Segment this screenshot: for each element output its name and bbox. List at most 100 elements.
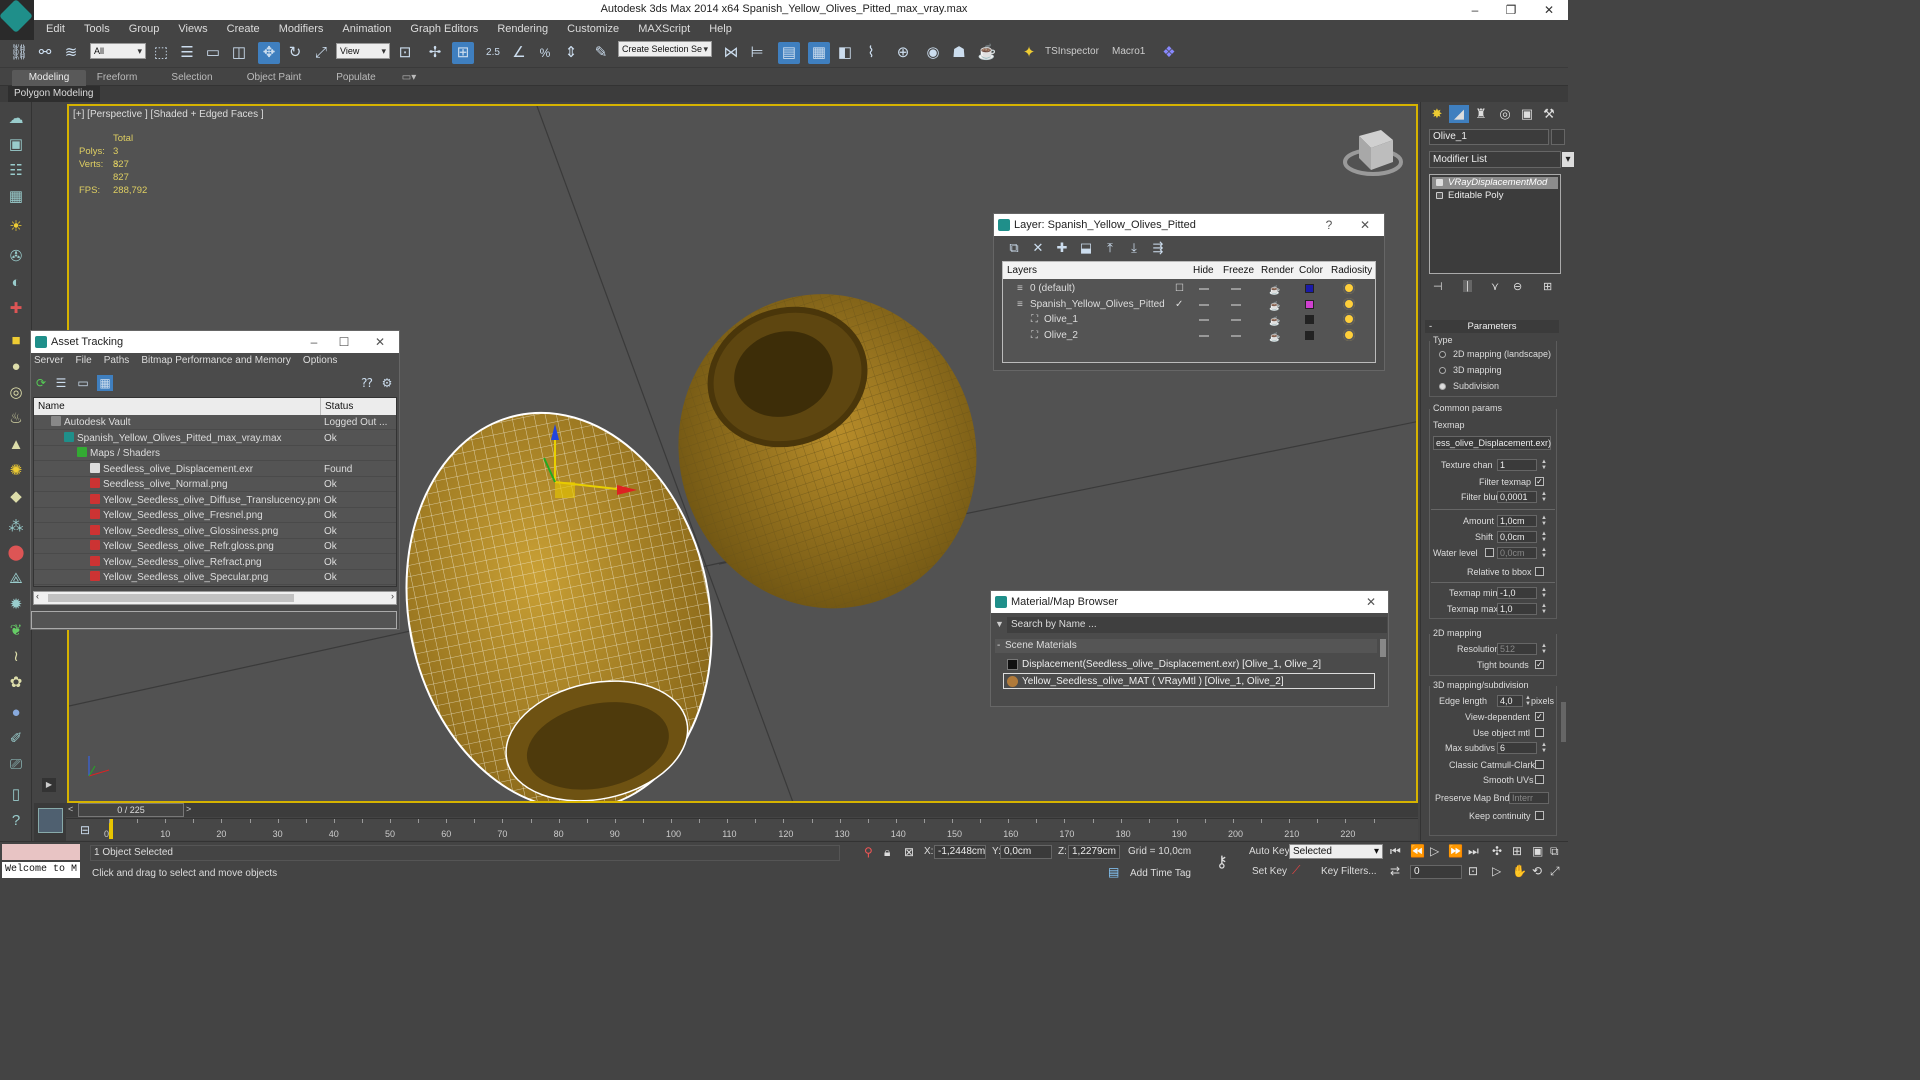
pan-icon[interactable]: ✋ [1512, 864, 1527, 878]
mini-viewport-toggle[interactable] [34, 803, 66, 841]
amount-spinner[interactable]: ▲ ▼ [1541, 515, 1547, 527]
max-subdivs-field[interactable]: 6 [1497, 742, 1537, 754]
absolute-mode-icon[interactable]: ⊠ [904, 845, 914, 859]
layer-row[interactable]: ≡ Spanish_Yellow_Olives_Pitted ✓ ☕ [1003, 297, 1375, 312]
asset-menu-paths[interactable]: Paths [101, 353, 130, 369]
teapot-icon[interactable]: ☁ [4, 108, 28, 130]
edit-named-selection-icon[interactable]: ✎ [590, 42, 612, 64]
preserve-map-dropdown[interactable]: Interr [1509, 792, 1549, 804]
show-end-result-icon[interactable]: | [1463, 280, 1472, 292]
catmull-clark-checkbox[interactable] [1535, 760, 1544, 769]
scroll-right-icon[interactable]: › [391, 591, 394, 601]
asset-row[interactable]: Seedless_olive_Displacement.exr Found [34, 462, 396, 477]
create-layer-icon[interactable]: ⧉ [1002, 240, 1026, 256]
menu-modifiers[interactable]: Modifiers [271, 20, 332, 38]
tab-object-paint[interactable]: Object Paint [238, 70, 310, 86]
tab-freeform[interactable]: Freeform [88, 70, 146, 86]
key-icon[interactable]: ⚷ [1216, 852, 1228, 872]
add-to-layer-icon[interactable]: ✚ [1050, 240, 1074, 256]
zoom-extents-all-icon[interactable]: ⧉ [1550, 844, 1559, 859]
axis-icon[interactable]: ⟁ [4, 568, 28, 590]
stack-item-editable-poly[interactable]: Editable Poly [1432, 190, 1558, 202]
type-radio-subdivision[interactable] [1439, 383, 1446, 390]
material-browser-scrollbar[interactable] [1380, 639, 1386, 657]
asset-menu-options[interactable]: Options [300, 353, 337, 369]
restore-button[interactable]: ❐ [1494, 0, 1528, 20]
type-radio-2d[interactable] [1439, 351, 1446, 358]
thumbnail-view-icon[interactable]: ▭ [75, 375, 91, 391]
type-option-3d[interactable]: 3D mapping [1453, 365, 1502, 375]
asset-maximize-button[interactable]: ☐ [329, 331, 359, 353]
material-browser-close-button[interactable]: ✕ [1356, 591, 1386, 613]
asset-row[interactable]: Yellow_Seedless_olive_Diffuse_Translucen… [34, 493, 396, 508]
teapot-primitive-icon[interactable]: ♨ [4, 408, 28, 430]
zoom-all-icon[interactable]: ⊞ [1512, 844, 1522, 858]
asset-row[interactable]: Autodesk Vault Logged Out ... [34, 415, 396, 430]
asset-row[interactable]: Yellow_Seedless_olive_Refract.png Ok [34, 555, 396, 570]
snapshot-icon[interactable]: ⎚ [4, 754, 28, 776]
texture-chan-spinner[interactable]: ▲ ▼ [1541, 459, 1547, 471]
tight-bounds-checkbox[interactable]: ✓ [1535, 660, 1544, 669]
asset-row[interactable]: Seedless_olive_Normal.png Ok [34, 477, 396, 492]
curve-editor-icon[interactable]: ⌇ [860, 42, 882, 64]
torus-icon[interactable]: ◎ [4, 382, 28, 404]
manipulate-icon[interactable]: ✢ [424, 42, 446, 64]
field-of-view-icon[interactable]: ▷ [1492, 864, 1501, 878]
scene-explorer-icon[interactable]: ▤ [778, 42, 800, 64]
layer-help-button[interactable]: ? [1314, 214, 1344, 236]
list-view-icon[interactable]: ☰ [53, 375, 69, 391]
current-layer-check-icon[interactable]: ✓ [1175, 297, 1183, 312]
auto-key-button[interactable]: Auto Key [1249, 846, 1290, 857]
edge-length-field[interactable]: 4,0 [1497, 695, 1523, 707]
select-in-layer-icon[interactable]: ⬓ [1074, 240, 1098, 256]
polygon-modeling-panel[interactable]: Polygon Modeling [8, 86, 100, 102]
set-key-button[interactable]: Set Key [1252, 866, 1287, 877]
view-cube[interactable] [1343, 130, 1403, 176]
hierarchy-tab-icon[interactable]: ♜ [1471, 105, 1491, 123]
particles-icon[interactable]: ⁂ [4, 516, 28, 538]
select-move-icon[interactable]: ✥ [258, 42, 280, 64]
orbit-icon[interactable]: ⟲ [1532, 864, 1542, 878]
selection-filter-dropdown[interactable]: All [90, 43, 146, 59]
time-config-icon[interactable]: ⊡ [1468, 864, 1478, 878]
paint-icon[interactable]: ✐ [4, 728, 28, 750]
minimize-button[interactable]: – [1458, 0, 1492, 20]
hide-all-icon[interactable]: ⤓ [1122, 240, 1146, 256]
bind-spacewarp-icon[interactable]: ≋ [60, 42, 82, 64]
current-frame-field[interactable]: 0 [1410, 865, 1462, 879]
hair-icon[interactable]: ≀ [4, 646, 28, 668]
environment-sphere-icon[interactable]: ● [4, 702, 28, 724]
menu-edit[interactable]: Edit [38, 20, 73, 38]
menu-graph-editors[interactable]: Graph Editors [402, 20, 486, 38]
scroll-thumb[interactable] [48, 594, 294, 602]
smooth-uvs-checkbox[interactable] [1535, 775, 1544, 784]
box-icon[interactable]: ■ [4, 330, 28, 352]
x-coordinate-field[interactable]: -1,2448cm [934, 845, 986, 859]
rect-selection-icon[interactable]: ▭ [202, 42, 224, 64]
asset-minimize-button[interactable]: – [299, 331, 329, 353]
relative-bbox-checkbox[interactable] [1535, 567, 1544, 576]
link-icon[interactable]: ⛓ [8, 42, 30, 64]
radiosity-icon[interactable] [1343, 328, 1355, 341]
column-hide[interactable]: Hide [1193, 262, 1214, 279]
asset-horizontal-scrollbar[interactable]: ‹ › [33, 591, 397, 605]
application-button[interactable] [0, 0, 34, 40]
scroll-left-icon[interactable]: ‹ [36, 591, 39, 601]
select-object-icon[interactable]: ⬚ [150, 42, 172, 64]
hide-toggle[interactable] [1199, 334, 1209, 337]
track-bar[interactable]: ⊟ 0 10 20 30 40 50 60 70 80 90 100 110 120 130 140 150 1… [66, 818, 1418, 840]
configure-sets-icon[interactable]: ⊞ [1543, 280, 1552, 293]
display-tab-icon[interactable]: ▣ [1517, 105, 1537, 123]
texmap-max-field[interactable]: 1,0 [1497, 603, 1537, 615]
keep-continuity-checkbox[interactable] [1535, 811, 1544, 820]
pivot-center-icon[interactable]: ⊡ [394, 42, 416, 64]
cone-icon[interactable]: ▲ [4, 434, 28, 456]
column-radiosity[interactable]: Radiosity [1331, 262, 1372, 279]
light-icon[interactable]: ☀ [4, 216, 28, 238]
select-by-name-icon[interactable]: ☰ [176, 42, 198, 64]
next-frame-button-icon[interactable]: ⏩ [1448, 844, 1463, 858]
layer-row[interactable]: ≡ 0 (default) ☐ ☕ [1003, 281, 1375, 296]
reference-coordinate-dropdown[interactable]: View [336, 43, 390, 59]
command-panel-scrollbar[interactable] [1561, 702, 1566, 742]
spinner-snap-icon[interactable]: ⇕ [560, 42, 582, 64]
